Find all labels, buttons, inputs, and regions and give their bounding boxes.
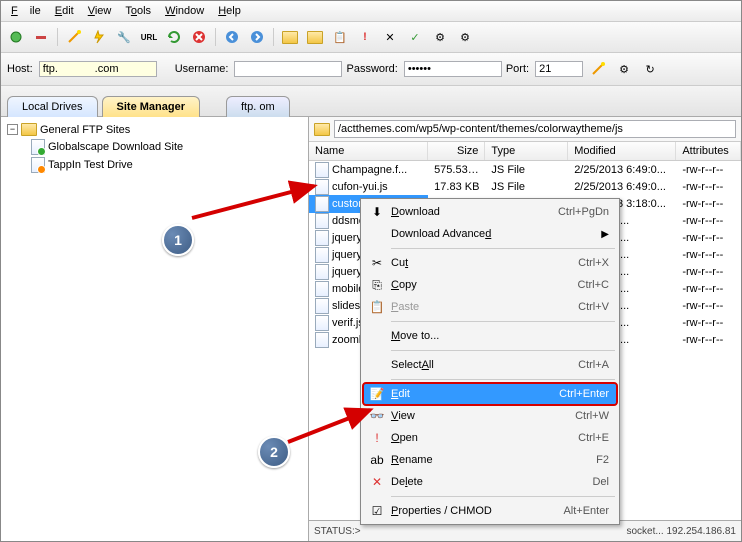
menubar: File Edit View Tools Window Help <box>1 1 741 22</box>
status-left: STATUS:> <box>314 526 361 537</box>
view-icon: 👓 <box>369 408 385 424</box>
tab-site-manager[interactable]: Site Manager <box>102 96 200 117</box>
file-icon <box>315 332 329 348</box>
connection-bar: Host: Username: Password: Port: ⚙ ↻ <box>1 53 741 86</box>
lightning-icon[interactable] <box>88 26 110 48</box>
ctx-rename[interactable]: abRenameF2 <box>363 449 617 471</box>
menu-tools[interactable]: Tools <box>119 3 157 19</box>
context-menu: ⬇DownloadCtrl+PgDn Download Advanced▶ ✂C… <box>360 198 620 525</box>
file-row[interactable]: cufon-yui.js17.83 KBJS File2/25/2013 6:4… <box>309 178 741 195</box>
file-list-header: Name Size Type Modified Attributes <box>309 142 741 161</box>
port-input[interactable] <box>535 61 583 77</box>
gear-icon[interactable]: ⚙ <box>429 26 451 48</box>
username-input[interactable] <box>234 61 342 77</box>
file-icon <box>315 196 329 212</box>
connect-icon[interactable] <box>5 26 27 48</box>
paste-icon: 📋 <box>369 299 385 315</box>
ctx-move-to[interactable]: Move to... <box>363 325 617 347</box>
host-input[interactable] <box>39 61 157 77</box>
cut-icon: ✂ <box>369 255 385 271</box>
tree-item-tappin[interactable]: TappIn Test Drive <box>31 156 302 174</box>
menu-help[interactable]: Help <box>212 3 247 19</box>
file-icon <box>315 315 329 331</box>
folder-icon <box>21 123 37 136</box>
alert-icon[interactable]: ! <box>354 26 376 48</box>
stop-icon[interactable] <box>188 26 210 48</box>
col-name[interactable]: Name <box>309 142 428 160</box>
folder-icon[interactable] <box>279 26 301 48</box>
file-icon <box>315 247 329 263</box>
settings-icon[interactable]: ⚙ <box>613 58 635 80</box>
ctx-properties[interactable]: ☑Properties / CHMODAlt+Enter <box>363 500 617 522</box>
main-toolbar: 🔧 URL 📋 ! ✕ ✓ ⚙ ⚙ <box>1 22 741 53</box>
back-icon[interactable] <box>221 26 243 48</box>
ctx-copy[interactable]: ⎘CopyCtrl+C <box>363 274 617 296</box>
forward-icon[interactable] <box>246 26 268 48</box>
delete-icon: ✕ <box>369 474 385 490</box>
file-icon <box>315 264 329 280</box>
tree-collapse-icon[interactable]: − <box>7 124 18 135</box>
tree-item-globalscape[interactable]: Globalscape Download Site <box>31 138 302 156</box>
properties-icon: ☑ <box>369 503 385 519</box>
folder-icon <box>314 123 330 136</box>
password-input[interactable] <box>404 61 502 77</box>
check-icon[interactable]: ✓ <box>404 26 426 48</box>
ctx-edit[interactable]: 📝EditCtrl+Enter <box>363 383 617 405</box>
col-size[interactable]: Size <box>428 142 485 160</box>
copy-icon: ⎘ <box>369 277 385 293</box>
wizard-icon[interactable] <box>63 26 85 48</box>
ctx-paste: 📋PasteCtrl+V <box>363 296 617 318</box>
tool-icon[interactable]: 🔧 <box>113 26 135 48</box>
ctx-open[interactable]: !OpenCtrl+E <box>363 427 617 449</box>
menu-edit[interactable]: Edit <box>49 3 80 19</box>
file-icon <box>315 179 329 195</box>
file-icon <box>315 281 329 297</box>
tab-local-drives[interactable]: Local Drives <box>7 96 98 117</box>
port-label: Port: <box>506 63 529 75</box>
status-right: socket... 192.254.186.81 <box>626 526 736 537</box>
file-icon <box>315 162 329 178</box>
file-icon <box>315 213 329 229</box>
connect-button-icon[interactable] <box>587 58 609 80</box>
gear2-icon[interactable]: ⚙ <box>454 26 476 48</box>
tree-root-label[interactable]: General FTP Sites <box>40 124 130 136</box>
host-label: Host: <box>7 63 33 75</box>
html-icon[interactable]: URL <box>138 26 160 48</box>
ctx-delete[interactable]: ✕DeleteDel <box>363 471 617 493</box>
download-icon: ⬇ <box>369 204 385 220</box>
ctx-select-all[interactable]: Select AllCtrl+A <box>363 354 617 376</box>
ctx-download-advanced[interactable]: Download Advanced▶ <box>363 223 617 245</box>
col-type[interactable]: Type <box>485 142 568 160</box>
menu-window[interactable]: Window <box>159 3 210 19</box>
folder-up-icon[interactable] <box>304 26 326 48</box>
file-icon <box>315 230 329 246</box>
ctx-cut[interactable]: ✂CutCtrl+X <box>363 252 617 274</box>
username-label: Username: <box>175 63 229 75</box>
rename-icon: ab <box>369 452 385 468</box>
menu-view[interactable]: View <box>82 3 118 19</box>
reconnect-icon[interactable]: ↻ <box>639 58 661 80</box>
menu-file[interactable]: File <box>5 3 47 19</box>
disconnect-icon[interactable] <box>30 26 52 48</box>
path-input[interactable] <box>334 120 736 138</box>
edit-icon: 📝 <box>369 386 385 402</box>
col-attributes[interactable]: Attributes <box>676 142 741 160</box>
tab-strip: Local Drives Site Manager ftp. om <box>1 86 741 117</box>
ctx-view[interactable]: 👓ViewCtrl+W <box>363 405 617 427</box>
site-icon <box>31 157 45 173</box>
open-icon: ! <box>369 430 385 446</box>
cancel-icon[interactable]: ✕ <box>379 26 401 48</box>
file-icon <box>315 298 329 314</box>
password-label: Password: <box>346 63 397 75</box>
site-tree: − General FTP Sites Globalscape Download… <box>1 117 309 541</box>
ctx-download[interactable]: ⬇DownloadCtrl+PgDn <box>363 201 617 223</box>
refresh-icon[interactable] <box>163 26 185 48</box>
note-icon[interactable]: 📋 <box>329 26 351 48</box>
site-icon <box>31 139 45 155</box>
file-row[interactable]: Champagne.f...575.53 ...JS File2/25/2013… <box>309 161 741 178</box>
tab-remote[interactable]: ftp. om <box>226 96 290 117</box>
col-modified[interactable]: Modified <box>568 142 676 160</box>
